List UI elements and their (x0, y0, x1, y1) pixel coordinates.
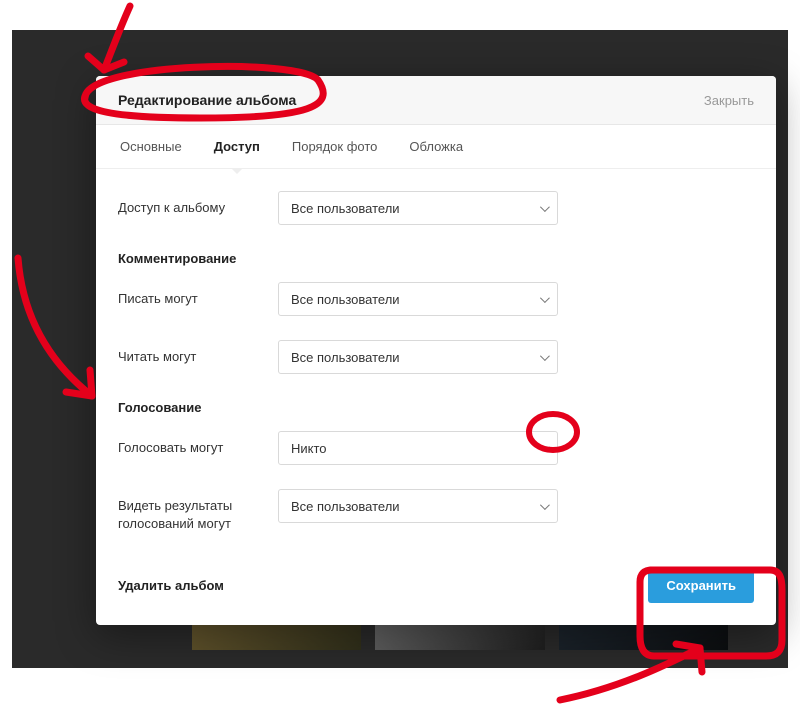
chevron-down-icon (539, 444, 547, 452)
select-results[interactable]: Все пользователи (278, 489, 558, 523)
row-write: Писать могут Все пользователи (118, 270, 754, 328)
select-read[interactable]: Все пользователи (278, 340, 558, 374)
tabs: Основные Доступ Порядок фото Обложка (96, 125, 776, 169)
select-value: Все пользователи (291, 292, 400, 307)
select-value: Никто (291, 441, 327, 456)
select-vote[interactable]: Никто (278, 431, 558, 465)
close-button[interactable]: Закрыть (704, 93, 754, 108)
label-results: Видеть результаты голосований могут (118, 489, 278, 532)
row-results: Видеть результаты голосований могут Все … (118, 477, 754, 544)
save-button[interactable]: Сохранить (648, 568, 754, 603)
tab-order[interactable]: Порядок фото (290, 125, 380, 168)
delete-album-link[interactable]: Удалить альбом (118, 578, 224, 593)
row-vote: Голосовать могут Никто (118, 419, 754, 477)
chevron-down-icon (539, 502, 547, 510)
section-voting: Голосование (118, 386, 754, 419)
label-album-access: Доступ к альбому (118, 199, 278, 217)
dialog-header: Редактирование альбома Закрыть (96, 76, 776, 125)
section-commenting: Комментирование (118, 237, 754, 270)
dialog-body: Доступ к альбому Все пользователи Коммен… (96, 169, 776, 546)
tab-cover[interactable]: Обложка (407, 125, 465, 168)
select-value: Все пользователи (291, 350, 400, 365)
dialog-footer: Удалить альбом Сохранить (96, 546, 776, 625)
edit-album-dialog: Редактирование альбома Закрыть Основные … (96, 76, 776, 625)
chevron-down-icon (539, 295, 547, 303)
select-value: Все пользователи (291, 499, 400, 514)
label-vote: Голосовать могут (118, 439, 278, 457)
chevron-down-icon (539, 353, 547, 361)
select-value: Все пользователи (291, 201, 400, 216)
tab-access[interactable]: Доступ (212, 125, 262, 168)
label-write: Писать могут (118, 290, 278, 308)
row-read: Читать могут Все пользователи (118, 328, 754, 386)
chevron-down-icon (539, 204, 547, 212)
tab-basic[interactable]: Основные (118, 125, 184, 168)
label-read: Читать могут (118, 348, 278, 366)
dialog-title: Редактирование альбома (118, 92, 296, 108)
select-write[interactable]: Все пользователи (278, 282, 558, 316)
row-album-access: Доступ к альбому Все пользователи (118, 179, 754, 237)
select-album-access[interactable]: Все пользователи (278, 191, 558, 225)
